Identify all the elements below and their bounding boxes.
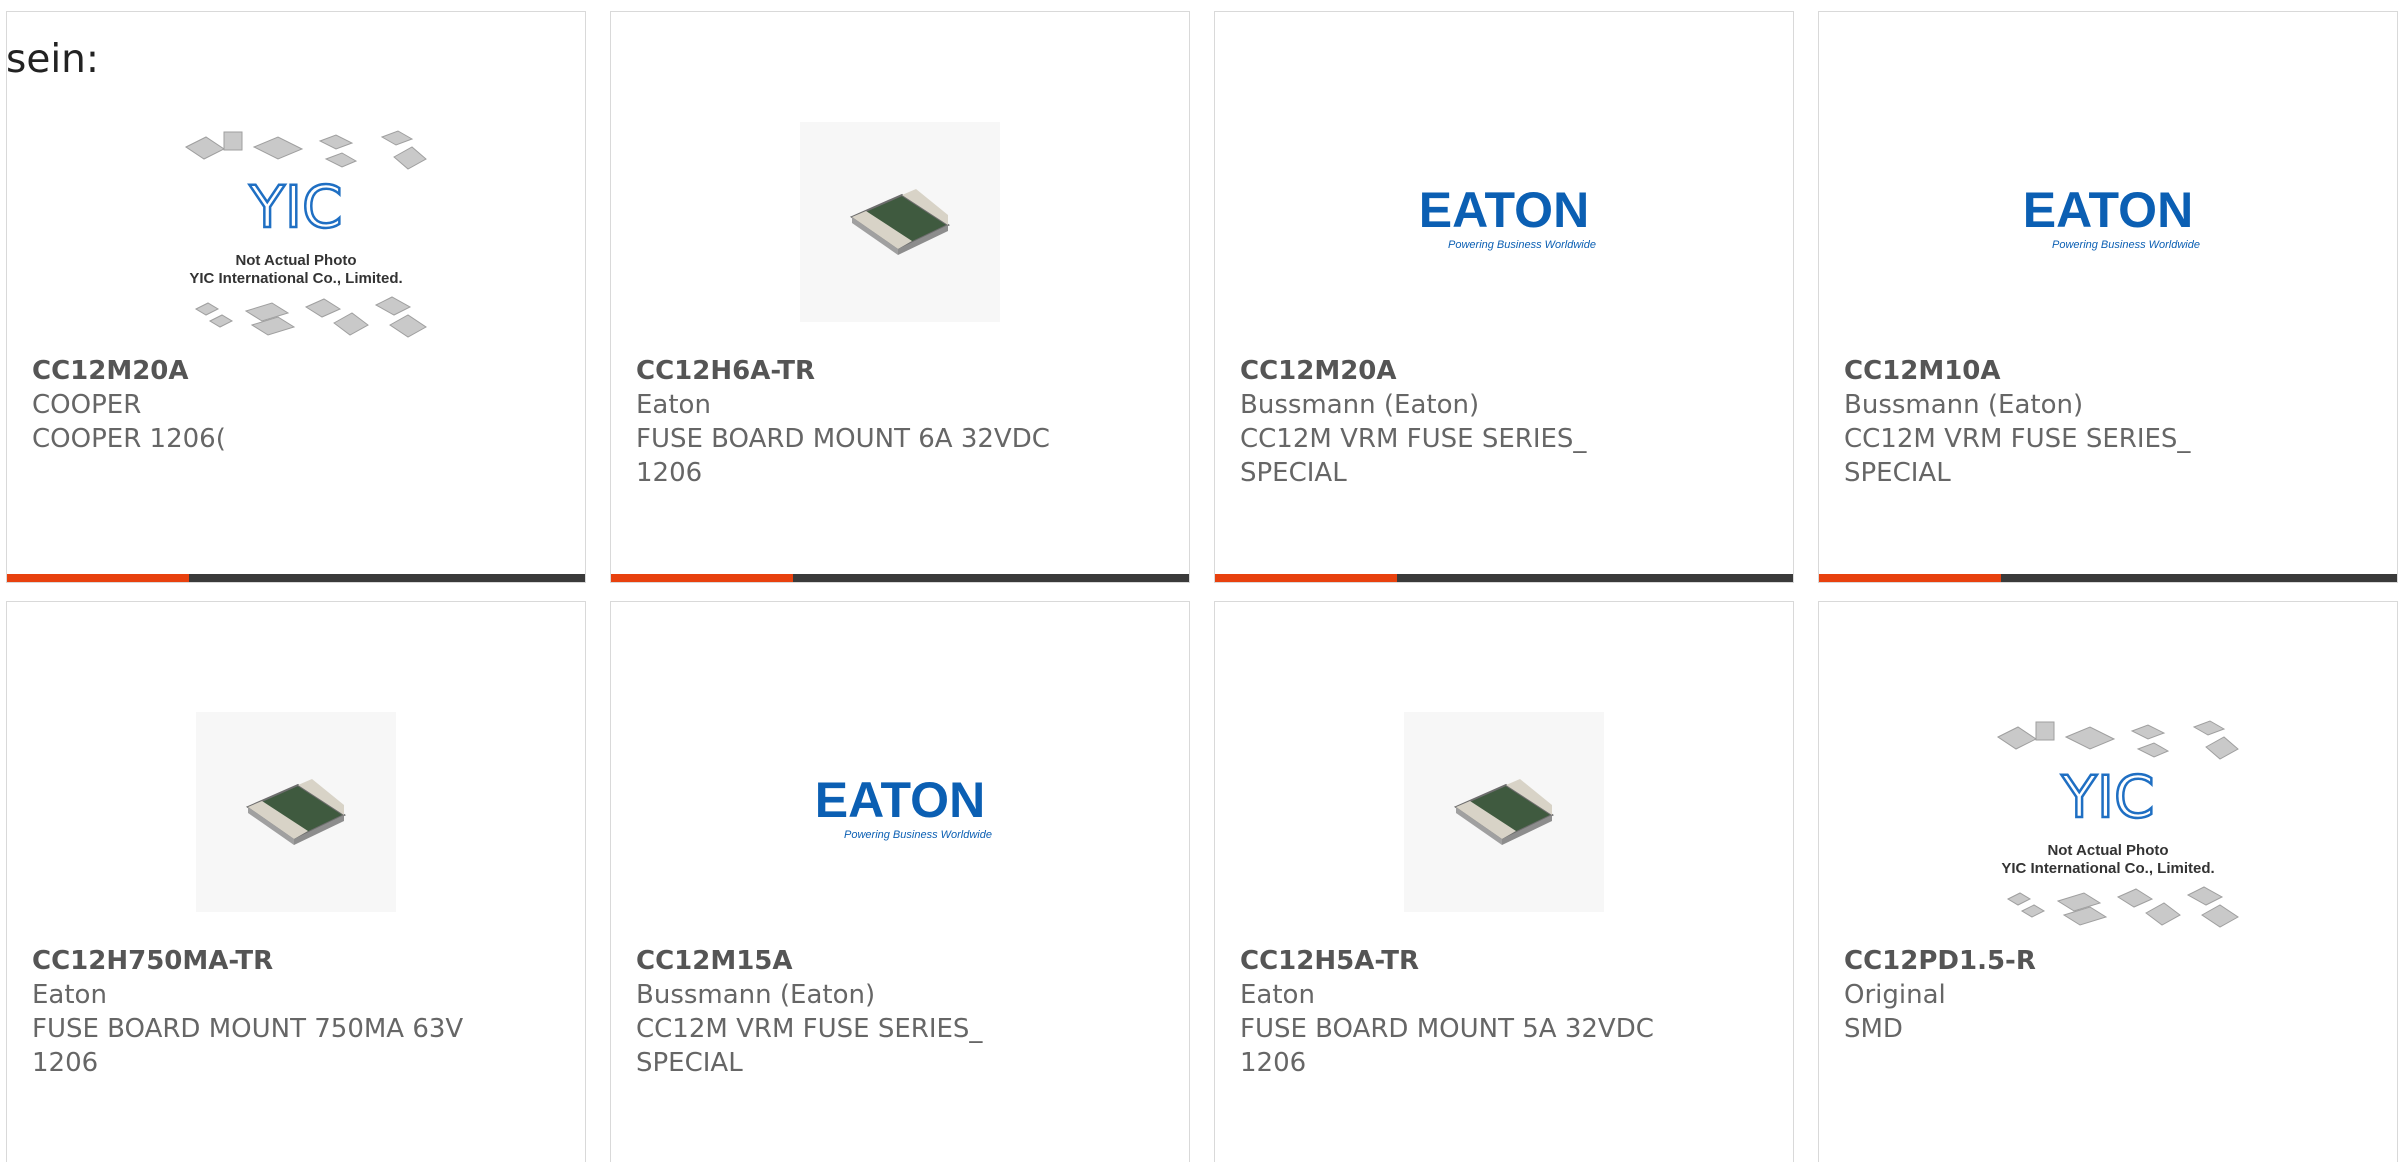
manufacturer: Bussmann (Eaton) (1240, 390, 1480, 420)
manufacturer: COOPER (32, 390, 142, 420)
card-accent (611, 574, 793, 582)
part-number-link[interactable]: CC12H5A-TR (1240, 944, 1760, 978)
manufacturer: Original (1844, 980, 1946, 1010)
fuse-chip-icon (245, 779, 347, 845)
not-actual-photo-image: YIC Not Actual Photo YIC International C… (1997, 720, 2239, 928)
card-accent (1215, 574, 1397, 582)
product-image[interactable] (611, 87, 1189, 357)
product-grid: YIC Not Actual Photo YIC International C… (6, 11, 2398, 1162)
not-actual-photo-image: YIC Not Actual Photo YIC International C… (185, 130, 427, 338)
svg-text:YIC International Co., Limited: YIC International Co., Limited. (2001, 860, 2214, 877)
eaton-logo-image: EATON Powering Business Worldwide (2023, 182, 2200, 251)
smd-fuse-chip-image (800, 122, 1000, 322)
product-image[interactable]: EATON Powering Business Worldwide (1215, 87, 1793, 357)
svg-text:Powering Business Worldwide: Powering Business Worldwide (2052, 239, 2200, 251)
smd-fuse-chip-image (1404, 712, 1604, 912)
part-number-link[interactable]: CC12M15A (636, 944, 1156, 978)
part-number-link[interactable]: CC12H750MA-TR (32, 944, 552, 978)
product-info: CC12H5A-TR Eaton FUSE BOARD MOUNT 5A 32V… (1240, 944, 1760, 1080)
manufacturer: Eaton (1240, 980, 1315, 1010)
product-image[interactable]: EATON Powering Business Worldwide (611, 677, 1189, 947)
fuse-chip-icon (1453, 779, 1555, 845)
card-accent (1819, 574, 2001, 582)
product-info: CC12M20A Bussmann (Eaton) CC12M VRM FUSE… (1240, 354, 1760, 490)
card-bottom-bar (1819, 574, 2397, 582)
yic-logo-text: YIC (2060, 763, 2154, 831)
description: FUSE BOARD MOUNT 750MA 63V 1206 (32, 1014, 464, 1078)
description: FUSE BOARD MOUNT 6A 32VDC 1206 (636, 424, 1050, 488)
product-card[interactable]: CC12H750MA-TR Eaton FUSE BOARD MOUNT 750… (6, 601, 586, 1162)
product-card[interactable]: EATON Powering Business Worldwide CC12M1… (610, 601, 1190, 1162)
card-bottom-bar (7, 574, 585, 582)
svg-text:Powering Business Worldwide: Powering Business Worldwide (844, 829, 992, 841)
description: CC12M VRM FUSE SERIES_ SPECIAL (636, 1014, 983, 1078)
svg-text:EATON: EATON (2023, 182, 2193, 238)
description: CC12M VRM FUSE SERIES_ SPECIAL (1240, 424, 1587, 488)
product-info: CC12PD1.5-R Original SMD (1844, 944, 2364, 1046)
product-info: CC12H750MA-TR Eaton FUSE BOARD MOUNT 750… (32, 944, 552, 1080)
product-card[interactable]: YIC Not Actual Photo YIC International C… (1818, 601, 2398, 1162)
part-number-link[interactable]: CC12M10A (1844, 354, 2364, 388)
svg-text:YIC International Co., Limited: YIC International Co., Limited. (189, 270, 402, 287)
product-image[interactable] (1215, 677, 1793, 947)
product-card[interactable]: CC12H5A-TR Eaton FUSE BOARD MOUNT 5A 32V… (1214, 601, 1794, 1162)
product-info: CC12M15A Bussmann (Eaton) CC12M VRM FUSE… (636, 944, 1156, 1080)
description: COOPER 1206( (32, 424, 226, 454)
part-number-link[interactable]: CC12M20A (1240, 354, 1760, 388)
product-info: CC12M20A COOPER COOPER 1206( (32, 354, 552, 456)
part-number-link[interactable]: CC12M20A (32, 354, 552, 388)
description: SMD (1844, 1014, 1903, 1044)
part-number-link[interactable]: CC12PD1.5-R (1844, 944, 2364, 978)
svg-text:EATON: EATON (815, 772, 985, 828)
eaton-logo-image: EATON Powering Business Worldwide (1419, 182, 1596, 251)
manufacturer: Eaton (32, 980, 107, 1010)
product-image[interactable]: YIC Not Actual Photo YIC International C… (7, 87, 585, 357)
product-card[interactable]: CC12H6A-TR Eaton FUSE BOARD MOUNT 6A 32V… (610, 11, 1190, 583)
svg-text:Not Actual Photo: Not Actual Photo (2047, 842, 2168, 859)
part-number-link[interactable]: CC12H6A-TR (636, 354, 1156, 388)
product-card[interactable]: EATON Powering Business Worldwide CC12M1… (1818, 11, 2398, 583)
card-bottom-bar (1215, 574, 1793, 582)
smd-fuse-chip-image (196, 712, 396, 912)
product-grid-page: YIC Not Actual Photo YIC International C… (0, 0, 2400, 1162)
manufacturer: Bussmann (Eaton) (1844, 390, 2084, 420)
svg-text:Powering Business Worldwide: Powering Business Worldwide (1448, 239, 1596, 251)
description: FUSE BOARD MOUNT 5A 32VDC 1206 (1240, 1014, 1654, 1078)
manufacturer: Bussmann (Eaton) (636, 980, 876, 1010)
card-bottom-bar (611, 574, 1189, 582)
eaton-logo-image: EATON Powering Business Worldwide (815, 772, 992, 841)
card-accent (7, 574, 189, 582)
svg-text:EATON: EATON (1419, 182, 1589, 238)
product-card[interactable]: EATON Powering Business Worldwide CC12M2… (1214, 11, 1794, 583)
product-image[interactable]: EATON Powering Business Worldwide (1819, 87, 2397, 357)
product-image[interactable] (7, 677, 585, 947)
product-image[interactable]: YIC Not Actual Photo YIC International C… (1819, 677, 2397, 947)
product-card[interactable]: YIC Not Actual Photo YIC International C… (6, 11, 586, 583)
product-info: CC12H6A-TR Eaton FUSE BOARD MOUNT 6A 32V… (636, 354, 1156, 490)
fuse-chip-icon (849, 189, 951, 255)
yic-logo-text: YIC (248, 173, 342, 241)
svg-text:Not Actual Photo: Not Actual Photo (235, 252, 356, 269)
product-info: CC12M10A Bussmann (Eaton) CC12M VRM FUSE… (1844, 354, 2364, 490)
lead-text: sein: (6, 37, 100, 82)
manufacturer: Eaton (636, 390, 711, 420)
description: CC12M VRM FUSE SERIES_ SPECIAL (1844, 424, 2191, 488)
